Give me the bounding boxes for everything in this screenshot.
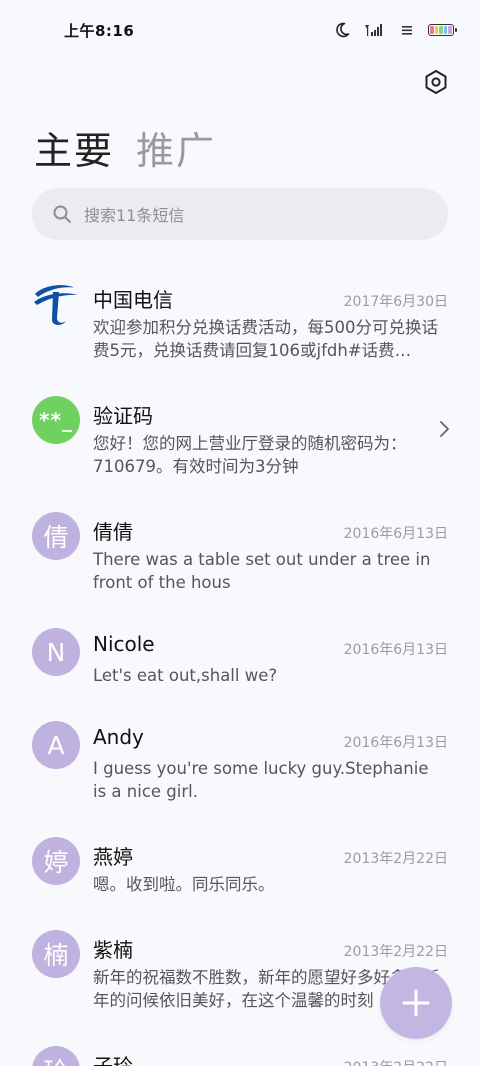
tab-promotions[interactable]: 推广 <box>136 120 216 175</box>
message-preview: I guess you're some lucky guy.Stephanie … <box>93 759 429 801</box>
moon-icon <box>334 22 350 38</box>
avatar: **_ <box>32 396 80 444</box>
contact-name: 倩倩 <box>93 520 133 544</box>
settings-button[interactable] <box>422 68 450 96</box>
conversation-item[interactable]: 中国电信 2017年6月30日 欢迎参加积分兑换话费活动，每500分可兑换话费5… <box>0 270 480 386</box>
status-icons <box>334 22 457 38</box>
messages-screen: 上午8:16 主要 推广 搜索11条短信 中国电信 2017年6月30日 欢迎参… <box>0 0 480 1066</box>
battery-icon <box>428 24 457 36</box>
avatar: N <box>32 628 80 676</box>
contact-name: Nicole <box>93 632 155 656</box>
avatar: 玲 <box>32 1046 80 1066</box>
message-date: 2013年2月22日 <box>344 1057 448 1066</box>
contact-name: Andy <box>93 725 144 749</box>
conversation-item[interactable]: **_ 验证码 您好！您的网上营业厅登录的随机密码为：710679。有效时间为3… <box>0 386 480 502</box>
message-date: 2016年6月13日 <box>343 526 448 542</box>
conversation-item[interactable]: N Nicole 2016年6月13日 Let's eat out,shall … <box>0 618 480 711</box>
avatar: A <box>32 721 80 769</box>
status-time: 上午8:16 <box>64 22 135 40</box>
message-preview: 欢迎参加积分兑换话费活动，每500分可兑换话费5元，兑换话费请回复106或jfd… <box>93 318 438 360</box>
avatar: 倩 <box>32 512 80 560</box>
conversation-item[interactable]: A Andy 2016年6月13日 I guess you're some lu… <box>0 711 480 827</box>
message-preview: 您好！您的网上营业厅登录的随机密码为：710679。有效时间为3分钟 <box>93 434 407 476</box>
new-message-button[interactable] <box>380 967 452 1039</box>
message-preview: Let's eat out,shall we? <box>93 666 278 685</box>
search-icon <box>53 205 71 223</box>
avatar: 婷 <box>32 837 80 885</box>
contact-name: 燕婷 <box>93 845 133 869</box>
message-preview: There was a table set out under a tree i… <box>93 550 431 592</box>
signal-icon <box>364 23 388 37</box>
wifi-icon <box>402 24 414 36</box>
avatar: 楠 <box>32 930 80 978</box>
message-preview: 嗯。收到啦。同乐同乐。 <box>93 875 275 894</box>
china-telecom-logo <box>32 280 80 328</box>
message-date: 2016年6月13日 <box>343 735 448 751</box>
conversation-item[interactable]: 玲 子玲 2013年2月22日 <box>0 1036 480 1066</box>
search-input[interactable]: 搜索11条短信 <box>32 188 448 240</box>
message-date: 2017年6月30日 <box>343 294 448 310</box>
chevron-right-icon <box>440 421 449 437</box>
gear-icon <box>425 70 447 94</box>
contact-name: 中国电信 <box>93 288 173 312</box>
message-date: 2013年2月22日 <box>343 851 448 867</box>
contact-name: 子玲 <box>93 1054 133 1066</box>
plus-icon <box>402 989 430 1017</box>
search-placeholder: 搜索11条短信 <box>84 206 185 225</box>
message-date: 2013年2月22日 <box>343 944 448 960</box>
conversation-item[interactable]: 倩 倩倩 2016年6月13日 There was a table set ou… <box>0 502 480 618</box>
message-date: 2016年6月13日 <box>343 642 448 658</box>
tab-bar: 主要 推广 <box>34 120 216 175</box>
status-bar: 上午8:16 <box>0 0 480 62</box>
tab-primary[interactable]: 主要 <box>34 120 114 175</box>
contact-name: 紫楠 <box>93 938 133 962</box>
contact-name: 验证码 <box>93 404 153 428</box>
conversation-item[interactable]: 婷 燕婷 2013年2月22日 嗯。收到啦。同乐同乐。 <box>0 827 480 920</box>
